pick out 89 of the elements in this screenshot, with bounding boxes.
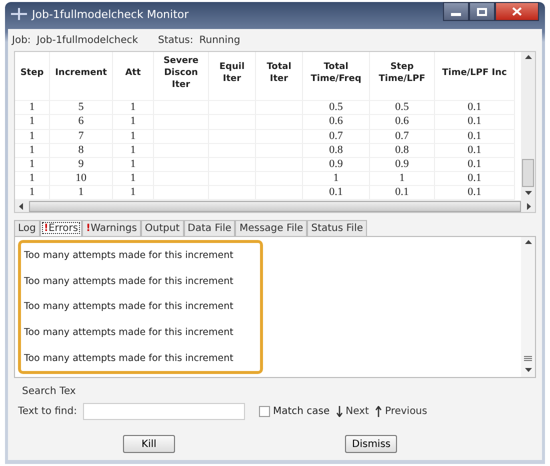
tab[interactable]: Data File — [184, 220, 236, 236]
next-button[interactable]: Next — [336, 406, 369, 417]
table-cell: 5 — [50, 100, 112, 115]
table-cell: 0.1 — [434, 171, 514, 186]
tab[interactable]: Message File — [235, 220, 308, 236]
table-cell: 0.1 — [434, 100, 514, 115]
close-icon — [512, 7, 522, 16]
table-cell: 0.8 — [370, 143, 434, 158]
column-header: Equil Iter — [208, 52, 256, 94]
table-cell: 1 — [15, 100, 50, 115]
previous-button[interactable]: Previous — [374, 406, 428, 417]
table-cell: 0.5 — [370, 100, 434, 115]
table-cell: 0.1 — [434, 143, 514, 158]
error-message: Too many attempts made for this increment — [24, 352, 234, 365]
table-cell: 10 — [50, 171, 112, 186]
match-case-checkbox[interactable] — [258, 406, 270, 417]
column-header: Att — [112, 52, 154, 94]
column-header: Time/LPF Inc — [434, 52, 514, 94]
table-cell: 0.5 — [302, 100, 370, 115]
scroll-thumb[interactable] — [522, 159, 534, 187]
app-icon — [11, 8, 27, 20]
error-message: Too many attempts made for this increment — [24, 249, 234, 262]
push-button[interactable]: Kill — [123, 435, 175, 453]
scroll-left-icon — [19, 202, 23, 210]
table-cell: 0.7 — [370, 129, 434, 144]
table-cell: 1 — [112, 129, 154, 144]
table-cell: 6 — [50, 114, 112, 129]
table-cell: 0.8 — [302, 143, 370, 158]
tab[interactable]: !Warnings — [82, 220, 141, 236]
table-cell: 1 — [112, 171, 154, 186]
tab[interactable]: Output — [140, 220, 184, 236]
table-cell: 0.7 — [302, 129, 370, 144]
minimize-button[interactable] — [443, 2, 469, 21]
tab[interactable]: Status File — [307, 220, 367, 236]
scroll-up-icon — [524, 240, 532, 244]
maximize-button[interactable] — [469, 2, 495, 21]
status-value: Running — [199, 34, 240, 46]
error-message: Too many attempts made for this increment — [24, 300, 234, 314]
table-cell: 1 — [112, 157, 154, 172]
job-label: Job: — [12, 34, 31, 46]
column-header: Total Time/Freq — [302, 52, 370, 94]
scroll-down-icon — [524, 191, 532, 195]
error-message: Too many attempts made for this increment — [24, 274, 234, 288]
column-header: Total Iter — [256, 52, 302, 94]
error-message: Too many attempts made for this increment — [24, 326, 234, 340]
up-arrow-icon — [374, 406, 382, 417]
table-cell: 8 — [50, 143, 112, 158]
table-cell: 7 — [50, 129, 112, 144]
group-title: Search Tex — [22, 386, 77, 397]
table-cell: 0.6 — [302, 114, 370, 129]
table-cell: 1 — [112, 143, 154, 158]
vertical-scrollbar[interactable] — [521, 237, 535, 377]
field-label: Text to find: — [18, 406, 77, 417]
table-cell: 1 — [302, 171, 370, 186]
table-cell: 1 — [15, 114, 50, 129]
checkbox-label: Match case — [272, 406, 330, 417]
scroll-grip-icon — [524, 356, 532, 362]
table-cell: 1 — [112, 114, 154, 129]
scroll-down-icon — [524, 368, 532, 372]
table-cell: 1 — [15, 157, 50, 172]
search-field[interactable] — [82, 403, 245, 420]
table-cell: 1 — [15, 129, 50, 144]
table-cell: 1 — [370, 171, 434, 186]
table-cell: 0.1 — [434, 114, 514, 129]
tab[interactable]: !Errors — [40, 220, 82, 236]
push-button[interactable]: Dismiss — [345, 435, 397, 453]
maximize-icon — [477, 8, 487, 16]
column-header: Step — [15, 52, 50, 94]
tab[interactable]: Log — [14, 220, 40, 236]
column-header: Step Time/LPF — [370, 52, 434, 94]
vertical-scrollbar[interactable] — [521, 52, 535, 200]
job-name: Job-1fullmodelcheck — [36, 34, 138, 46]
close-button[interactable] — [495, 2, 539, 21]
table-cell: 0.9 — [302, 157, 370, 172]
status-label: Status: — [158, 34, 194, 46]
down-arrow-icon — [336, 406, 343, 417]
table-cell: 1 — [15, 171, 50, 186]
table-cell: 1 — [15, 143, 50, 158]
table-cell: 0.1 — [434, 129, 514, 144]
scroll-right-icon — [527, 202, 531, 210]
table-cell: 0.6 — [370, 114, 434, 129]
scroll-up-icon — [524, 55, 532, 59]
column-header: Increment — [50, 52, 112, 94]
column-header: Severe Discon Iter — [154, 52, 208, 94]
window-title: Job-1fullmodelcheck Monitor — [32, 8, 189, 20]
table-cell: 1 — [112, 100, 154, 115]
table-cell: 0.1 — [434, 157, 514, 172]
table-cell: 9 — [50, 157, 112, 172]
table-cell: 0.9 — [370, 157, 434, 172]
